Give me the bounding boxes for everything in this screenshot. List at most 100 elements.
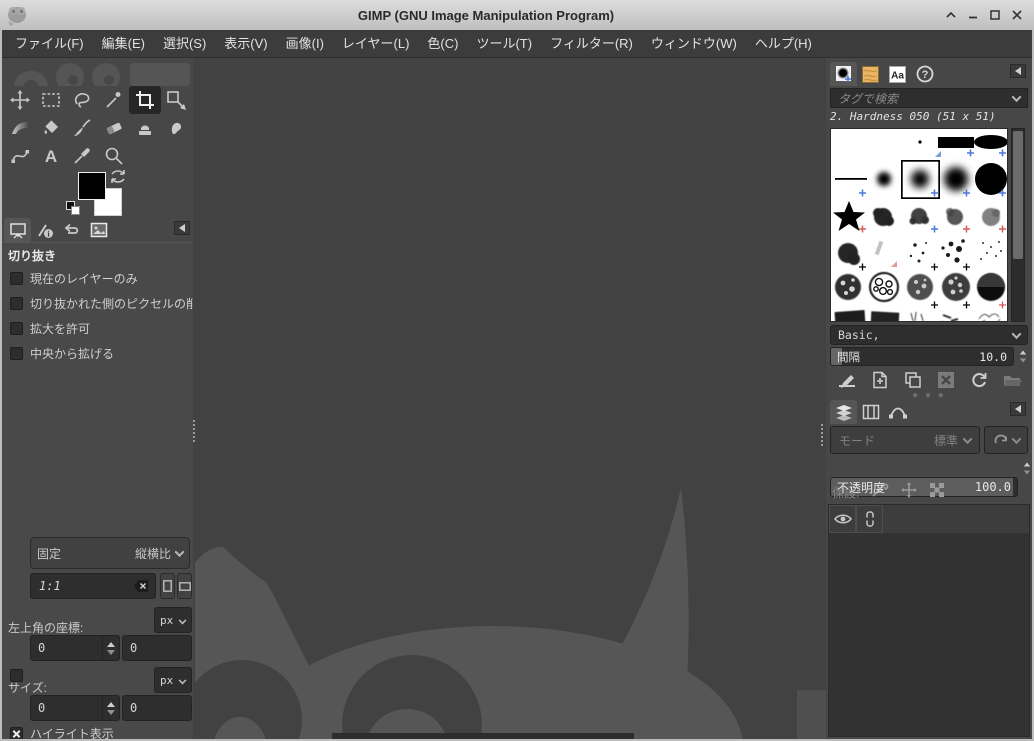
- smudge-tool-button[interactable]: [161, 114, 192, 142]
- channels-icon: [862, 404, 879, 420]
- size-unit-dropdown[interactable]: px: [154, 667, 192, 693]
- checkbox-expand-from-center[interactable]: 中央から拡げる: [2, 341, 193, 366]
- portrait-orientation-button[interactable]: [160, 573, 175, 599]
- spinner-arrows[interactable]: [102, 636, 119, 660]
- refresh-brushes-button[interactable]: [968, 370, 990, 390]
- size-height-spinner[interactable]: 0: [122, 695, 192, 721]
- layers-list-header-row: [829, 505, 1029, 533]
- visibility-column[interactable]: [829, 505, 856, 533]
- duplicate-brush-button[interactable]: [902, 370, 924, 390]
- text-tool-button[interactable]: A: [35, 142, 66, 170]
- checkbox-box: [10, 347, 23, 360]
- bucket-fill-tool-button[interactable]: [35, 114, 66, 142]
- delete-brush-button[interactable]: [935, 370, 957, 390]
- tab-channels[interactable]: [857, 400, 884, 424]
- menu-select[interactable]: 選択(S): [154, 30, 215, 58]
- tab-patterns[interactable]: [857, 62, 884, 86]
- edit-brush-button[interactable]: [836, 370, 858, 390]
- checkbox-current-layer-only[interactable]: 現在のレイヤーのみ: [2, 266, 193, 291]
- chevron-down-icon: [178, 676, 187, 684]
- layer-mode-dropdown[interactable]: モード 標準: [830, 426, 980, 454]
- open-brush-as-image-button[interactable]: [1001, 370, 1023, 390]
- gradient-tool-button[interactable]: [4, 114, 35, 142]
- menu-colors[interactable]: 色(C): [418, 30, 467, 58]
- new-brush-button[interactable]: [869, 370, 891, 390]
- undo-history-icon: [64, 223, 78, 234]
- link-column[interactable]: [856, 505, 883, 533]
- fuzzy-select-tool-button[interactable]: [98, 86, 129, 114]
- minimize-button[interactable]: [964, 6, 982, 24]
- crop-tool-button[interactable]: [129, 86, 161, 114]
- menu-image[interactable]: 画像(I): [277, 30, 333, 58]
- titlebar[interactable]: GIMP (GNU Image Manipulation Program): [0, 0, 1034, 30]
- tab-layers[interactable]: [830, 400, 857, 424]
- brush-spacing-slider[interactable]: 間隔 10.0: [830, 347, 1014, 366]
- maximize-button[interactable]: [986, 6, 1004, 24]
- tab-undo-history[interactable]: [58, 218, 85, 242]
- position-x-spinner[interactable]: 0: [30, 635, 120, 661]
- unified-transform-tool-button[interactable]: [161, 86, 192, 114]
- checkbox-allow-growing[interactable]: 拡大を許可: [2, 316, 193, 341]
- brush-thumbnails: [833, 135, 1008, 327]
- menu-file[interactable]: ファイル(F): [6, 30, 93, 58]
- default-colors-icon[interactable]: [66, 201, 80, 215]
- aspect-ratio-input[interactable]: 1:1: [30, 573, 156, 599]
- menu-filters[interactable]: フィルター(R): [541, 30, 642, 58]
- color-picker-tool-button[interactable]: [67, 142, 98, 170]
- fixed-group[interactable]: 固定 縦横比: [30, 537, 190, 569]
- menu-windows[interactable]: ウィンドウ(W): [642, 30, 746, 58]
- menu-help[interactable]: ヘルプ(H): [746, 30, 821, 58]
- eraser-tool-button[interactable]: [98, 114, 129, 142]
- tab-paths[interactable]: [884, 400, 911, 424]
- gimp-window: GIMP (GNU Image Manipulation Program) ファ…: [0, 0, 1034, 741]
- landscape-orientation-button[interactable]: [177, 573, 192, 599]
- layers-list[interactable]: [828, 504, 1030, 737]
- tab-brushes[interactable]: [830, 62, 857, 86]
- brush-grid[interactable]: [830, 128, 1008, 327]
- swap-colors-icon[interactable]: [109, 169, 127, 185]
- size-width-spinner[interactable]: 0: [30, 695, 120, 721]
- opacity-spinner[interactable]: [1019, 458, 1032, 478]
- bucket-icon: [44, 120, 58, 134]
- brush-tag-search-input[interactable]: タグで検索: [830, 88, 1028, 108]
- shade-button[interactable]: [942, 6, 960, 24]
- checkbox-delete-cropped-pixels[interactable]: 切り抜かれた側のピクセルの削除: [2, 291, 193, 316]
- tab-help[interactable]: ?: [911, 62, 938, 86]
- paths-tool-button[interactable]: [4, 142, 35, 170]
- layers-dock-menu-button[interactable]: [1010, 402, 1026, 416]
- rectangle-select-tool-button[interactable]: [35, 86, 66, 114]
- menu-layer[interactable]: レイヤー(L): [333, 30, 419, 58]
- menu-tools[interactable]: ツール(T): [467, 30, 541, 58]
- scrollbar-thumb[interactable]: [1013, 131, 1023, 259]
- brush-tag-filter-dropdown[interactable]: Basic,: [830, 325, 1028, 345]
- tool-options-dock-menu-button[interactable]: [174, 221, 190, 235]
- checkbox-highlight[interactable]: ハイライト表示: [2, 721, 193, 739]
- spinner-arrows[interactable]: [102, 696, 119, 720]
- left-pane-resize-handle[interactable]: [193, 420, 198, 442]
- tab-tool-options[interactable]: [4, 218, 31, 242]
- spacing-spinner[interactable]: [1015, 347, 1031, 366]
- canvas-area[interactable]: [193, 58, 826, 739]
- brushes-dock-tabs: Aa ?: [830, 60, 950, 86]
- brushes-dock-menu-button[interactable]: [1010, 64, 1026, 78]
- menu-edit[interactable]: 編集(E): [93, 30, 154, 58]
- wilber-strip[interactable]: [2, 58, 193, 86]
- paintbrush-tool-button[interactable]: [67, 114, 98, 142]
- tab-images[interactable]: [85, 218, 112, 242]
- menu-view[interactable]: 表示(V): [215, 30, 276, 58]
- position-unit-dropdown[interactable]: px: [154, 607, 192, 633]
- clear-icon[interactable]: [133, 579, 151, 593]
- move-tool-button[interactable]: [4, 86, 35, 114]
- zoom-tool-button[interactable]: [98, 142, 129, 170]
- close-button[interactable]: [1008, 6, 1026, 24]
- layer-mode-switch-button[interactable]: [984, 426, 1028, 454]
- tab-device-status[interactable]: i: [31, 218, 58, 242]
- position-y-spinner[interactable]: 0: [122, 635, 192, 661]
- free-select-tool-button[interactable]: [67, 86, 98, 114]
- clone-tool-button[interactable]: [129, 114, 160, 142]
- layer-opacity-slider[interactable]: 不透明度 100.0: [830, 477, 1018, 497]
- foreground-color-swatch[interactable]: [78, 172, 106, 200]
- brush-grid-scrollbar[interactable]: [1011, 128, 1025, 322]
- tab-fonts[interactable]: Aa: [884, 62, 911, 86]
- switch-group-icon: [994, 434, 1007, 444]
